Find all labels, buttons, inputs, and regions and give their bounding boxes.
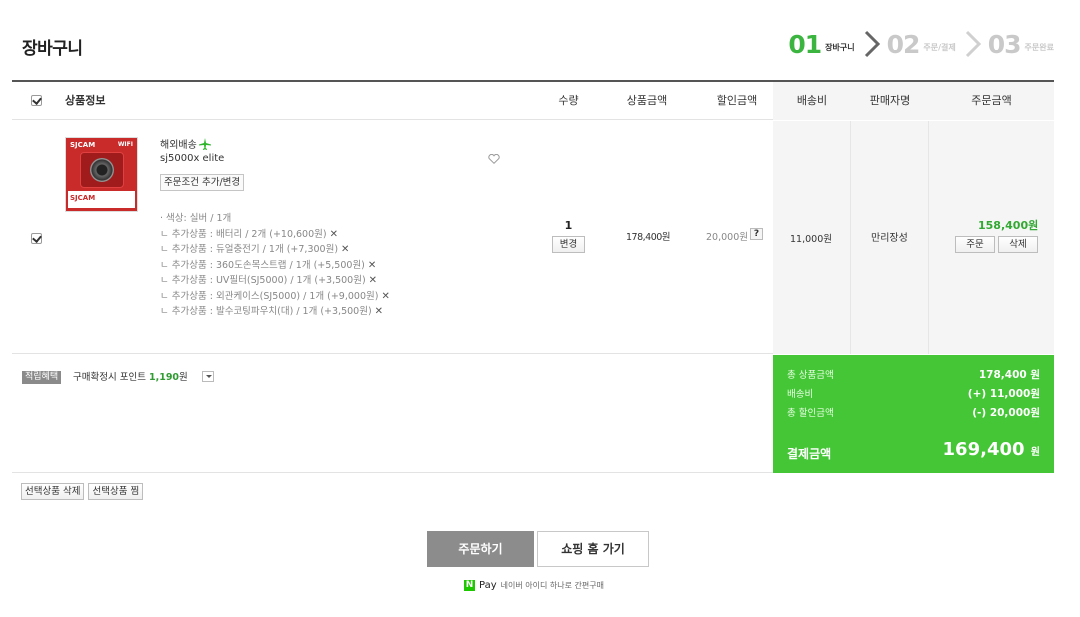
airplane-icon <box>198 137 211 150</box>
npay-word: Pay <box>479 580 497 591</box>
header-quantity: 수량 <box>558 94 579 107</box>
remove-icon[interactable]: ✕ <box>330 229 338 240</box>
thumbnail-label: SJCAM <box>68 191 135 208</box>
wish-selected-button[interactable]: 선택상품 찜 <box>88 483 144 500</box>
step-cart: 01 장바구니 <box>788 30 854 59</box>
delete-item-button[interactable]: 삭제 <box>998 236 1038 253</box>
points-value: 1,190 <box>148 372 180 383</box>
npay-text: 네이버 아이디 하나로 간편구매 <box>500 581 604 590</box>
total-product-value: 178,400 원 <box>978 369 1040 381</box>
discount-amount: 20,000원 <box>706 232 748 243</box>
place-order-button[interactable]: 주문하기 <box>427 531 534 567</box>
step-number: 03 <box>987 29 1022 59</box>
option-item: ㄴ 추가상품 : 360도손목스트랩 / 1개 (+5,500원) ✕ <box>160 259 377 271</box>
remove-icon[interactable]: ✕ <box>368 260 376 271</box>
total-product-label: 총 상품금액 <box>787 370 834 381</box>
cart-item-row: SJCAM WIFI SJCAM 해외배송 sj5000x elite 주문조건… <box>12 121 1054 354</box>
option-item: ㄴ 추가상품 : 듀얼충전기 / 1개 (+7,300원) ✕ <box>160 244 350 255</box>
selection-actions: 선택상품 삭제 선택상품 찜 <box>21 483 144 500</box>
shipping-type-label: 해외배송 <box>160 140 197 151</box>
table-header: 상품정보 수량 상품금액 할인금액 배송비 판매자명 주문금액 <box>12 82 1054 120</box>
points-text: 구매확정시 포인트 1,190원 <box>73 372 188 383</box>
option-item: ㄴ 추가상품 : 배터리 / 2개 (+10,600원) ✕ <box>160 228 338 240</box>
shipping-type: 해외배송 <box>160 136 211 151</box>
shipping-label: 배송비 <box>787 389 814 400</box>
order-steps: 01 장바구니 02 주문/결제 03 주문완료 <box>788 28 1054 60</box>
total-discount-value: (-) 20,000원 <box>972 407 1040 419</box>
step-label: 주문완료 <box>1024 42 1054 52</box>
payment-label: 결제금액 <box>787 447 832 461</box>
product-name[interactable]: sj5000x elite <box>160 153 224 164</box>
shopping-home-button[interactable]: 쇼핑 홈 가기 <box>537 531 649 567</box>
total-discount-label: 총 할인금액 <box>787 408 834 419</box>
order-amount: 158,400원 <box>978 219 1039 232</box>
help-icon[interactable]: ? <box>750 228 763 240</box>
points-badge: 적립혜택 <box>22 371 62 384</box>
item-checkbox[interactable] <box>31 233 42 244</box>
step-number: 02 <box>886 29 921 59</box>
shipping-value: (+) 11,000원 <box>967 388 1040 400</box>
remove-icon[interactable]: ✕ <box>369 275 377 286</box>
divider <box>850 121 851 354</box>
payment-value: 169,400 원 <box>942 439 1040 460</box>
product-amount: 178,400원 <box>626 232 671 243</box>
naver-logo-icon: N <box>464 580 475 591</box>
header-product-info: 상품정보 <box>65 94 106 107</box>
quantity-value: 1 <box>564 219 573 232</box>
option-list: · 색상: 실버 / 1개 ㄴ 추가상품 : 배터리 / 2개 (+10,600… <box>160 211 390 320</box>
page-title: 장바구니 <box>22 39 83 59</box>
npay-link[interactable]: N Pay 네이버 아이디 하나로 간편구매 <box>464 580 604 591</box>
points-dropdown-button[interactable] <box>202 371 214 382</box>
camera-graphic <box>80 152 124 188</box>
remove-icon[interactable]: ✕ <box>381 291 389 302</box>
thumbnail-brand: SJCAM <box>70 141 96 149</box>
seller-name[interactable]: 만리장성 <box>871 229 908 244</box>
remove-icon[interactable]: ✕ <box>341 244 349 255</box>
chevron-right-icon <box>864 30 880 58</box>
header-shipping-fee: 배송비 <box>773 82 851 120</box>
heart-icon[interactable] <box>488 154 500 164</box>
header-order-amount: 주문금액 <box>929 82 1054 120</box>
divider <box>928 121 929 354</box>
select-all-checkbox[interactable] <box>31 95 42 106</box>
option-item: ㄴ 추가상품 : 외관케이스(SJ5000) / 1개 (+9,000원) ✕ <box>160 290 390 302</box>
header-product-amount: 상품금액 <box>626 94 668 107</box>
quantity-change-button[interactable]: 변경 <box>552 236 585 253</box>
delete-selected-button[interactable]: 선택상품 삭제 <box>21 483 85 500</box>
option-item: · 색상: 실버 / 1개 <box>160 213 232 224</box>
step-order-payment: 02 주문/결제 <box>887 30 956 59</box>
header-seller: 판매자명 <box>851 82 929 120</box>
thumbnail-bottom-brand: SJCAM <box>70 194 96 202</box>
shipping-fee: 11,000원 <box>790 234 832 245</box>
step-label: 주문/결제 <box>923 42 956 52</box>
option-change-button[interactable]: 주문조건 추가/변경 <box>160 174 245 191</box>
chevron-right-icon <box>965 30 981 58</box>
remove-icon[interactable]: ✕ <box>375 306 383 317</box>
step-label: 장바구니 <box>825 42 855 52</box>
payment-summary: 총 상품금액 178,400 원 배송비 (+) 11,000원 총 할인금액 … <box>773 355 1054 473</box>
step-order-complete: 03 주문완료 <box>988 30 1054 59</box>
option-item: ㄴ 추가상품 : UV필터(SJ5000) / 1개 (+3,500원) ✕ <box>160 275 378 286</box>
product-thumbnail[interactable]: SJCAM WIFI SJCAM <box>65 137 138 212</box>
option-item: ㄴ 추가상품 : 발수코팅파우치(대) / 1개 (+3,500원) ✕ <box>160 306 384 317</box>
summary-row: 적립혜택 구매확정시 포인트 1,190원 총 상품금액 178,400 원 배… <box>12 355 1054 473</box>
header-discount-amount: 할인금액 <box>716 94 758 107</box>
thumbnail-wifi: WIFI <box>117 141 133 148</box>
order-item-button[interactable]: 주문 <box>955 236 995 253</box>
step-number: 01 <box>788 29 822 59</box>
